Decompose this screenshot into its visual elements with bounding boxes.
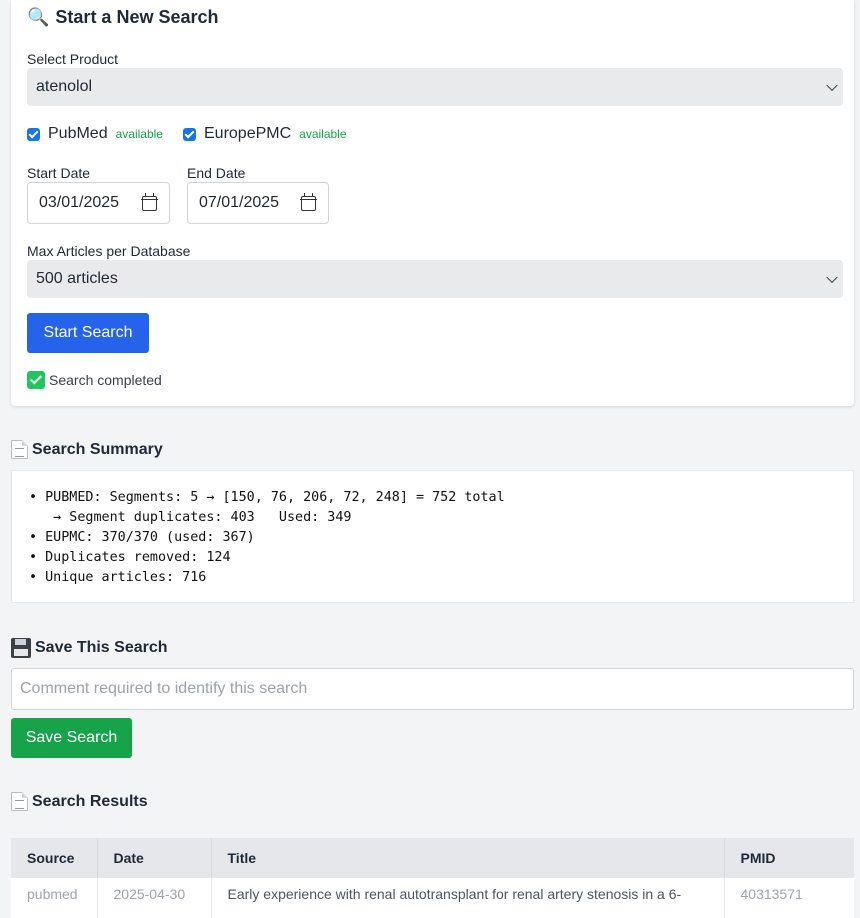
pubmed-status-badge: available: [115, 127, 163, 141]
max-articles-value: 500 articles: [36, 270, 118, 287]
search-form-card: 🔍 Start a New Search Select Product aten…: [11, 0, 854, 406]
end-date-value: 07/01/2025: [199, 194, 280, 211]
product-label: Select Product: [27, 51, 119, 67]
floppy-disk-icon: [11, 638, 31, 658]
pubmed-checkbox-row[interactable]: PubMed available: [27, 125, 163, 143]
summary-line: • Unique articles: 716: [29, 570, 207, 585]
product-select-value: atenolol: [36, 78, 93, 95]
document-icon: [11, 440, 28, 459]
chevron-down-icon: [826, 271, 838, 284]
summary-line: → Segment duplicates: 403 Used: 349: [29, 510, 352, 525]
europepmc-checkbox-row[interactable]: EuropePMC available: [183, 125, 347, 143]
row-date: 2025-04-30: [97, 878, 212, 918]
document-icon: [11, 792, 28, 811]
check-mark-icon: [27, 371, 45, 389]
column-header-title[interactable]: Title: [211, 838, 725, 878]
summary-line: • Duplicates removed: 124: [29, 550, 231, 565]
save-search-button[interactable]: Save Search: [11, 718, 132, 758]
search-form-heading: 🔍 Start a New Search: [27, 7, 219, 28]
calendar-icon[interactable]: [300, 193, 317, 211]
table-row[interactable]: pubmed 2025-04-30 Early experience with …: [11, 878, 854, 918]
row-source: pubmed: [11, 878, 98, 918]
search-form-title: Start a New Search: [55, 7, 219, 27]
chevron-down-icon: [826, 79, 838, 92]
max-articles-label: Max Articles per Database: [27, 243, 191, 259]
summary-line: • PUBMED: Segments: 5 → [150, 76, 206, 7…: [29, 490, 505, 505]
start-date-label: Start Date: [27, 165, 91, 181]
europepmc-label: EuropePMC: [204, 125, 292, 142]
pubmed-checkbox[interactable]: [27, 127, 40, 141]
row-title[interactable]: Early experience with renal autotranspla…: [211, 878, 725, 918]
save-heading: Save This Search: [11, 638, 168, 658]
start-date-value: 03/01/2025: [39, 194, 120, 211]
start-date-input[interactable]: 03/01/2025: [27, 182, 170, 224]
end-date-label: End Date: [187, 165, 246, 181]
calendar-icon[interactable]: [141, 193, 158, 211]
results-title: Search Results: [32, 792, 148, 810]
product-select[interactable]: atenolol: [27, 68, 843, 106]
magnifier-icon: 🔍: [27, 7, 50, 28]
search-status: Search completed: [27, 371, 162, 389]
end-date-input[interactable]: 07/01/2025: [187, 182, 329, 224]
results-table: Source Date Title PMID pubmed 2025-04-30…: [11, 838, 854, 918]
results-heading: Search Results: [11, 792, 148, 811]
europepmc-checkbox[interactable]: [183, 127, 196, 141]
start-search-button[interactable]: Start Search: [27, 313, 149, 353]
column-header-date[interactable]: Date: [97, 838, 212, 878]
save-title: Save This Search: [35, 639, 168, 656]
table-header-row: Source Date Title PMID: [11, 838, 854, 878]
row-pmid[interactable]: 40313571: [724, 878, 854, 918]
summary-line: • EUPMC: 370/370 (used: 367): [29, 530, 255, 545]
europepmc-status-badge: available: [299, 127, 347, 141]
pubmed-label: PubMed: [48, 125, 108, 142]
summary-heading: Search Summary: [11, 440, 163, 459]
comment-input[interactable]: [11, 668, 854, 710]
column-header-pmid[interactable]: PMID: [724, 838, 854, 878]
column-header-source[interactable]: Source: [11, 838, 98, 878]
summary-title: Search Summary: [32, 440, 163, 458]
max-articles-select[interactable]: 500 articles: [27, 260, 843, 298]
summary-box: • PUBMED: Segments: 5 → [150, 76, 206, 7…: [11, 470, 854, 603]
search-status-text: Search completed: [49, 372, 162, 388]
